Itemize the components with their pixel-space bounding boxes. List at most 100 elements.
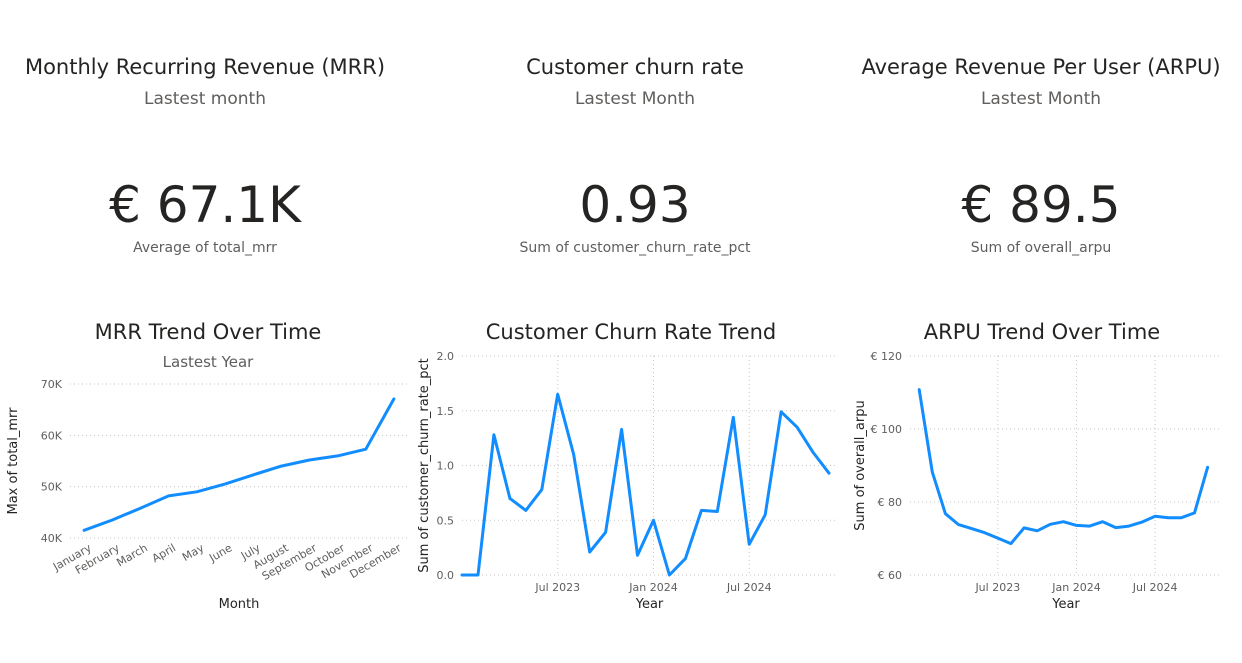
- y-tick-label: 0.0: [437, 569, 455, 582]
- data-point: [167, 494, 171, 498]
- kpi-card-churn: Customer churn rate Lastest Month 0.93 S…: [430, 0, 840, 280]
- kpi-value: € 89.5: [961, 176, 1121, 234]
- x-tick-label: March: [114, 541, 150, 569]
- y-axis-title: Sum of customer_churn_rate_pct: [417, 358, 432, 573]
- kpi-card-mrr: Monthly Recurring Revenue (MRR) Lastest …: [0, 0, 410, 280]
- data-point: [492, 433, 496, 437]
- data-point: [540, 488, 544, 492]
- kpi-subtitle: Lastest month: [144, 89, 266, 109]
- mrr-trend-chart[interactable]: MRR Trend Over Time Lastest Year 40K 50K 60K…: [0, 305, 415, 625]
- data-point: [811, 450, 815, 454]
- data-point: [667, 573, 671, 577]
- data-point: [917, 388, 921, 392]
- data-point: [1009, 542, 1013, 546]
- series-line: [460, 392, 831, 577]
- kpi-title: Average Revenue Per User (ARPU): [861, 55, 1221, 79]
- kpi-card-arpu: Average Revenue Per User (ARPU) Lastest …: [840, 0, 1242, 280]
- data-point: [82, 528, 86, 532]
- data-point: [476, 573, 480, 577]
- data-point: [747, 542, 751, 546]
- data-point: [1206, 465, 1210, 469]
- data-point: [1127, 524, 1131, 528]
- data-point: [795, 425, 799, 429]
- y-tick-label: € 60: [878, 569, 903, 582]
- data-point: [1192, 511, 1196, 515]
- data-point: [524, 508, 528, 512]
- churn-rate-trend-chart[interactable]: Customer Churn Rate Trend 0.0 0.5 1.0 1.5 2.0…: [412, 305, 842, 625]
- data-point: [604, 530, 608, 534]
- data-point: [1114, 526, 1118, 530]
- kpi-subtitle: Lastest Month: [980, 89, 1102, 109]
- data-point: [620, 427, 624, 431]
- data-point: [572, 453, 576, 457]
- kpi-value: 0.93: [579, 176, 691, 234]
- kpi-label: Sum of customer_churn_rate_pct: [519, 240, 751, 256]
- data-point: [763, 513, 767, 517]
- data-point: [1101, 520, 1105, 524]
- data-point: [307, 458, 311, 462]
- data-point: [699, 508, 703, 512]
- data-point: [508, 496, 512, 500]
- data-point: [460, 573, 464, 577]
- y-tick-label: 60K: [41, 429, 63, 442]
- data-point: [827, 471, 831, 475]
- data-point: [138, 506, 142, 510]
- data-point: [779, 410, 783, 414]
- y-tick-label: € 120: [871, 350, 903, 363]
- y-tick-label: € 100: [871, 423, 903, 436]
- x-tick-label: Jan 2024: [628, 581, 677, 594]
- x-axis-title: Year: [635, 597, 664, 612]
- data-point: [1035, 529, 1039, 533]
- x-tick-label: Jan 2024: [1051, 581, 1100, 594]
- data-point: [1074, 523, 1078, 527]
- data-point: [364, 447, 368, 451]
- data-point: [336, 454, 340, 458]
- data-point: [279, 464, 283, 468]
- data-point: [1061, 520, 1065, 524]
- y-axis-title: Sum of overall_arpu: [853, 400, 868, 530]
- x-tick-label: Jul 2023: [974, 581, 1020, 594]
- y-tick-label: 1.0: [437, 460, 455, 473]
- x-tick-label: June: [206, 541, 234, 565]
- data-point: [588, 550, 592, 554]
- data-point: [392, 397, 396, 401]
- kpi-title: Monthly Recurring Revenue (MRR): [24, 55, 386, 79]
- data-point: [1153, 514, 1157, 518]
- data-point: [715, 509, 719, 513]
- data-point: [1140, 520, 1144, 524]
- data-point: [1022, 526, 1026, 530]
- x-tick-label: Jul 2024: [1132, 581, 1178, 594]
- data-point: [251, 473, 255, 477]
- x-tick-label: April: [150, 541, 178, 565]
- y-axis-title: Max of total_mrr: [6, 407, 21, 515]
- data-point: [1088, 524, 1092, 528]
- x-axis-title: Year: [1051, 597, 1080, 612]
- data-point: [636, 553, 640, 557]
- data-point: [731, 415, 735, 419]
- kpi-label: Sum of overall_arpu: [970, 240, 1112, 256]
- data-point: [983, 531, 987, 535]
- x-tick-label: May: [180, 541, 207, 564]
- data-point: [930, 470, 934, 474]
- kpi-label: Average of total_mrr: [133, 240, 277, 256]
- y-tick-label: 2.0: [437, 350, 455, 363]
- chart-title: MRR Trend Over Time: [95, 320, 322, 344]
- data-point: [957, 523, 961, 527]
- data-point: [195, 490, 199, 494]
- data-point: [996, 536, 1000, 540]
- x-tick-label: Jul 2023: [534, 581, 580, 594]
- arpu-trend-chart[interactable]: ARPU Trend Over Time € 60 € 80 € 100 € 120 Ju…: [842, 305, 1242, 625]
- data-point: [651, 518, 655, 522]
- x-axis-title: Month: [219, 597, 260, 612]
- y-tick-label: 50K: [41, 481, 63, 494]
- y-tick-label: 40K: [41, 532, 63, 545]
- y-tick-label: 70K: [41, 378, 63, 391]
- data-point: [1179, 516, 1183, 520]
- x-tick-label: Jul 2024: [726, 581, 772, 594]
- kpi-title: Customer churn rate: [526, 55, 744, 79]
- series-line: [82, 397, 396, 532]
- data-point: [970, 527, 974, 531]
- y-tick-label: 1.5: [437, 405, 455, 418]
- chart-subtitle: Lastest Year: [163, 353, 255, 371]
- data-point: [943, 512, 947, 516]
